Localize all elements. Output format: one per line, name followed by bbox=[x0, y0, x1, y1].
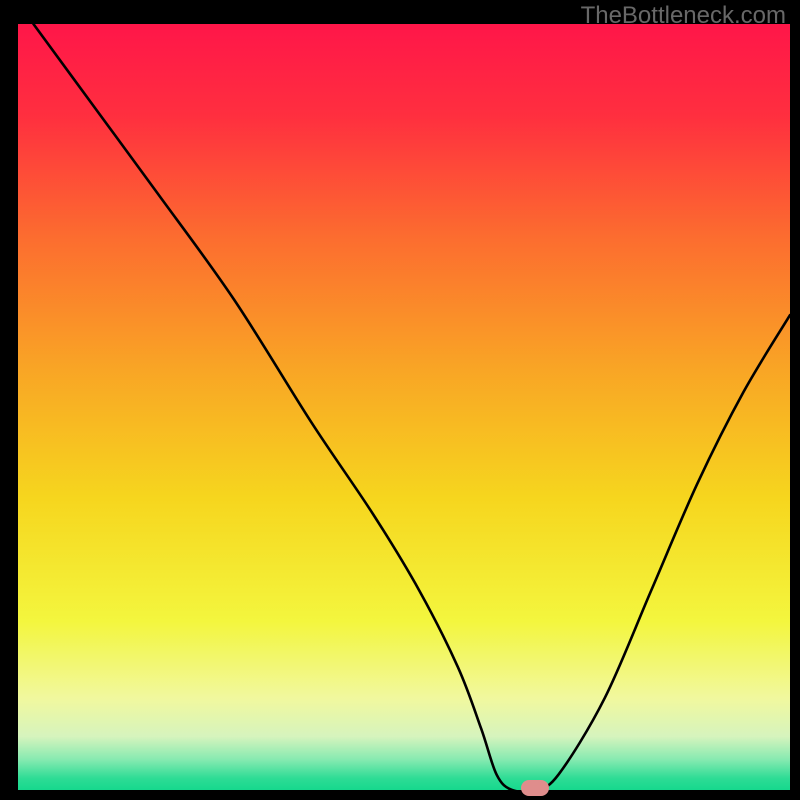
gradient-background bbox=[18, 24, 790, 790]
bottleneck-chart bbox=[0, 0, 800, 800]
watermark-text: TheBottleneck.com bbox=[581, 2, 786, 30]
optimal-marker bbox=[521, 780, 549, 796]
